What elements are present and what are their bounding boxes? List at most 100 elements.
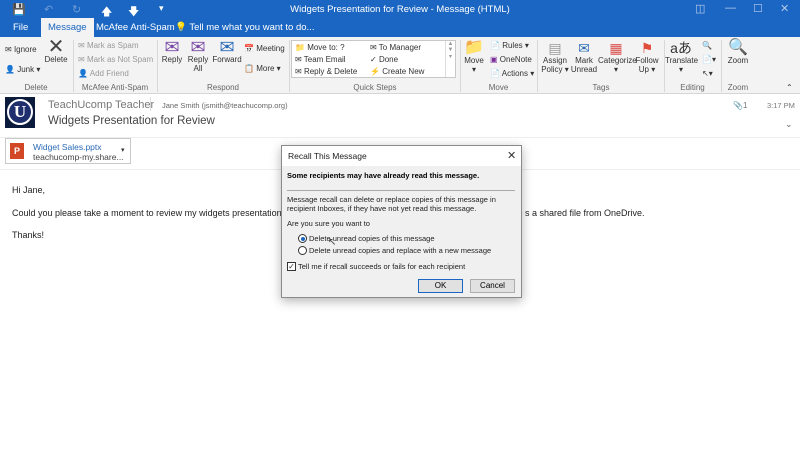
- ribbon-tabs: File Message McAfee Anti-Spam 💡 Tell me …: [0, 18, 800, 37]
- recipient[interactable]: Jane Smith (jsmith@teachucomp.org): [162, 101, 288, 110]
- body-closing: Thanks!: [12, 230, 45, 240]
- tab-message[interactable]: Message: [41, 18, 94, 37]
- sender-name: TeachUcomp Teacher: [48, 99, 155, 111]
- quick-steps-scroll[interactable]: ▲ ▼ ▾: [445, 41, 455, 77]
- dialog-warning: Some recipients may have already read th…: [287, 171, 480, 180]
- minimize-button[interactable]: —: [725, 2, 736, 14]
- mark-unread-button[interactable]: ✉ Mark Unread: [570, 40, 598, 74]
- actions-button[interactable]: 📄 Actions ▾: [490, 69, 534, 78]
- group-label-editing: Editing: [680, 83, 705, 92]
- body-greeting: Hi Jane,: [12, 185, 46, 195]
- attachment-location: teachucomp-my.share...: [33, 152, 124, 162]
- reply-icon: ✉: [164, 37, 180, 57]
- group-label-move: Move: [488, 83, 509, 92]
- select-icon[interactable]: ↖▾: [702, 69, 713, 78]
- attachment-card[interactable]: P Widget Sales.pptx teachucomp-my.share.…: [5, 138, 131, 164]
- replace-icon[interactable]: 📄▾: [702, 55, 716, 64]
- subject: Widgets Presentation for Review: [48, 115, 215, 127]
- magnifier-icon: 🔍: [728, 39, 748, 56]
- attachment-count: 📎1: [733, 101, 748, 110]
- close-button[interactable]: ✕: [780, 2, 789, 15]
- dialog-close-button[interactable]: ✕: [507, 149, 516, 162]
- mark-spam-button[interactable]: ✉ Mark as Spam: [78, 41, 139, 50]
- collapse-ribbon-icon[interactable]: ⌃: [786, 83, 793, 92]
- ignore-icon: ✉: [5, 45, 12, 54]
- meeting-button[interactable]: 📅 Meeting: [244, 44, 285, 53]
- group-label-tags: Tags: [592, 83, 610, 92]
- dialog-info: Message recall can delete or replace cop…: [287, 195, 496, 213]
- tell-me-search[interactable]: 💡 Tell me what you want to do...: [168, 18, 321, 37]
- onenote-button[interactable]: ▣ OneNote: [490, 55, 532, 64]
- more-icon: 📋: [244, 64, 254, 73]
- zoom-button[interactable]: 🔍 Zoom: [724, 39, 752, 66]
- move-button[interactable]: 📁 Move ▾: [462, 39, 486, 75]
- rules-button[interactable]: 📄 Rules ▾: [490, 41, 529, 50]
- quick-step-reply-delete[interactable]: ✉ Reply & Delete: [295, 67, 357, 76]
- body-line-end: s a shared file from OneDrive.: [525, 208, 645, 218]
- expand-header-icon[interactable]: ⌄: [785, 119, 793, 130]
- message-header: U TeachUcomp Teacher Jane Smith (jsmith@…: [0, 94, 800, 139]
- group-label-delete: Delete: [24, 83, 48, 92]
- group-label-mcafee: McAfee Anti-Spam: [81, 83, 149, 92]
- radio-delete-unread[interactable]: [298, 234, 307, 243]
- reply-button[interactable]: ✉ Reply: [160, 37, 184, 64]
- translate-button[interactable]: aあ Translate ▾: [665, 40, 698, 74]
- delete-button[interactable]: ✕ Delete: [44, 36, 68, 64]
- cancel-button[interactable]: Cancel: [470, 279, 515, 293]
- window-title: Widgets Presentation for Review - Messag…: [290, 4, 510, 15]
- quick-step-move-to[interactable]: 📁 Move to: ?: [295, 43, 345, 52]
- body-line: Could you please take a moment to review…: [12, 208, 297, 218]
- junk-icon: 👤: [5, 65, 15, 74]
- tab-file[interactable]: File: [6, 18, 35, 37]
- onenote-icon: ▣: [490, 55, 498, 64]
- recall-notify-label[interactable]: Tell me if recall succeeds or fails for …: [298, 262, 465, 271]
- assign-policy-button[interactable]: ▤ Assign Policy ▾: [540, 40, 570, 74]
- group-label-respond: Respond: [206, 83, 240, 92]
- group-label-quick-steps: Quick Steps: [353, 83, 397, 92]
- quick-step-create-new[interactable]: ⚡ Create New: [370, 67, 424, 76]
- find-icon[interactable]: 🔍: [702, 41, 712, 50]
- categorize-button[interactable]: ▦ Categorize ▾: [598, 40, 637, 74]
- delete-x-icon: ✕: [47, 36, 65, 58]
- flag-icon: ⚑: [640, 40, 654, 56]
- actions-icon: 📄: [490, 69, 500, 78]
- mouse-cursor-icon: ↖: [328, 237, 337, 248]
- quick-steps-gallery: 📁 Move to: ? ✉ Team Email ✉ Reply & Dele…: [291, 40, 456, 78]
- meeting-icon: 📅: [244, 44, 254, 53]
- title-bar: 💾 ↶ ↻ 🡅 🡇 ▾ Widgets Presentation for Rev…: [0, 0, 800, 18]
- folder-move-icon: 📁: [464, 39, 484, 56]
- recall-dialog: Recall This Message ✕ Some recipients ma…: [281, 145, 522, 298]
- ribbon-display-icon[interactable]: ◫: [695, 2, 705, 15]
- attachment-dropdown-icon[interactable]: ▾: [121, 146, 125, 154]
- attachment-name: Widget Sales.pptx: [33, 142, 102, 152]
- lightbulb-icon: 💡: [175, 22, 187, 33]
- ok-button[interactable]: OK: [418, 279, 463, 293]
- dialog-question: Are you sure you want to: [287, 219, 370, 228]
- maximize-button[interactable]: ☐: [753, 2, 763, 15]
- add-friend-button[interactable]: 👤 Add Friend: [78, 69, 129, 78]
- reply-all-button[interactable]: ✉ Reply All: [186, 37, 210, 73]
- policy-icon: ▤: [548, 40, 562, 56]
- junk-button[interactable]: 👤 Junk ▾: [5, 65, 40, 74]
- timestamp: 3:17 PM: [767, 101, 795, 110]
- forward-button[interactable]: ✉ Forward: [212, 37, 242, 64]
- paperclip-icon: 📎: [733, 101, 743, 110]
- group-label-zoom: Zoom: [727, 83, 749, 92]
- more-button[interactable]: 📋 More ▾: [244, 64, 281, 73]
- mark-not-spam-button[interactable]: ✉ Mark as Not Spam: [78, 55, 153, 64]
- recall-notify-checkbox[interactable]: ✓: [287, 262, 296, 271]
- quick-step-done[interactable]: ✓ Done: [370, 55, 398, 64]
- powerpoint-icon: P: [10, 143, 24, 159]
- follow-up-button[interactable]: ⚑ Follow Up ▾: [634, 40, 660, 74]
- forward-icon: ✉: [219, 37, 235, 57]
- translate-icon: aあ: [670, 40, 692, 56]
- quick-step-team-email[interactable]: ✉ Team Email: [295, 55, 346, 64]
- dialog-title: Recall This Message: [288, 151, 367, 161]
- categorize-icon: ▦: [609, 40, 623, 56]
- mark-unread-icon: ✉: [578, 40, 590, 56]
- reply-all-icon: ✉: [190, 37, 206, 57]
- quick-step-to-manager[interactable]: ✉ To Manager: [370, 43, 421, 52]
- avatar: U: [5, 97, 35, 128]
- ignore-button[interactable]: ✉ Ignore: [5, 45, 37, 54]
- radio-delete-replace[interactable]: [298, 246, 307, 255]
